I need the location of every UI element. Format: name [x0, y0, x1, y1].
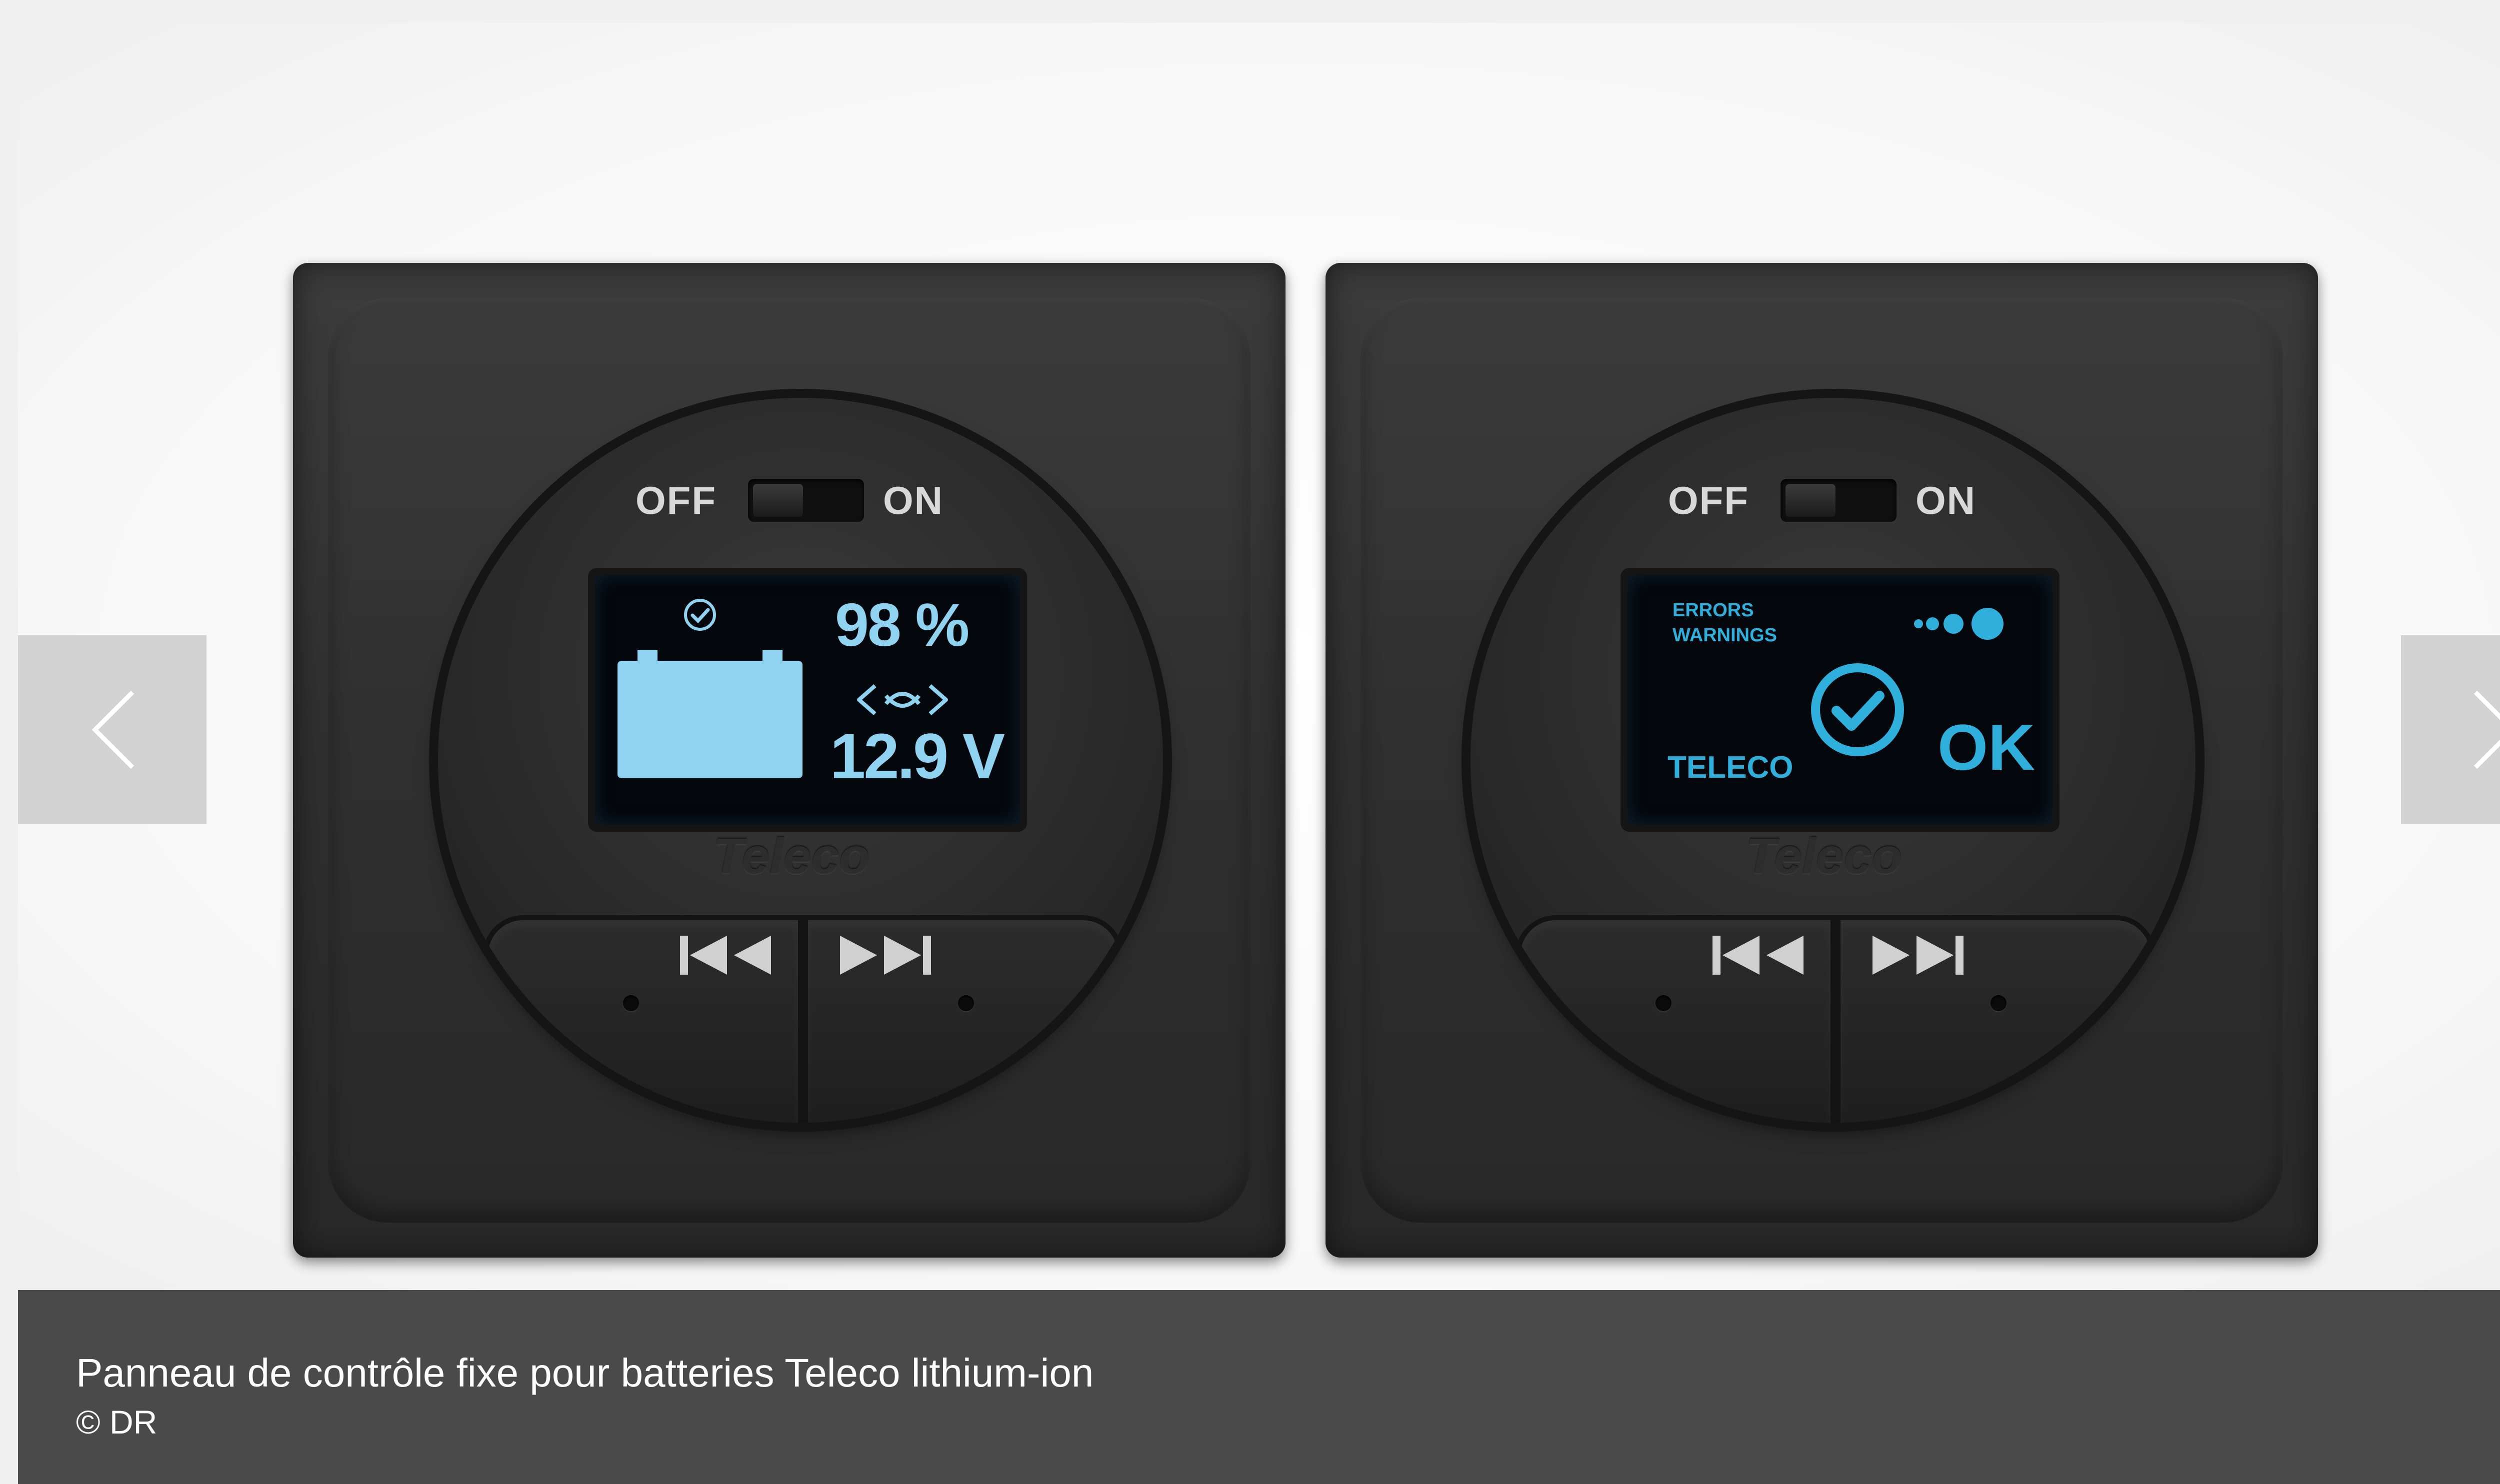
button-led — [958, 995, 974, 1011]
skip-next-icon — [840, 936, 931, 975]
previous-button[interactable] — [1516, 915, 1836, 1123]
button-led — [1656, 995, 1672, 1011]
battery-icon — [618, 650, 802, 778]
caption-credit: © DR — [76, 1404, 158, 1441]
button-led — [623, 995, 639, 1011]
errors-label: ERRORS — [1672, 600, 1754, 621]
skip-next-icon — [1872, 936, 1964, 975]
battery-percent: 98 % — [835, 591, 970, 659]
chevron-right-icon — [2474, 690, 2500, 769]
chevron-left-icon — [92, 690, 134, 769]
control-panel-status: OFF ON ERRORS WARNINGS TELECO OK Teleco — [1326, 263, 2318, 1258]
photo-gallery: OFF ON 98 % 12.9 V Teleco OFF ON ERRORS … — [18, 23, 2500, 1484]
toggle-knob — [1786, 484, 1836, 517]
power-toggle[interactable] — [748, 479, 864, 522]
switch-off-label: OFF — [636, 478, 716, 522]
battery-voltage: 12.9 V — [830, 721, 1005, 792]
check-circle-icon — [684, 599, 716, 631]
status-screen: ERRORS WARNINGS TELECO OK — [1620, 568, 2060, 832]
button-led — [1990, 995, 2006, 1011]
gallery-photo: OFF ON 98 % 12.9 V Teleco OFF ON ERRORS … — [18, 23, 2500, 1290]
brand-logo: Teleco — [713, 828, 870, 884]
power-toggle[interactable] — [1780, 479, 1896, 522]
flow-arrows-icon — [857, 684, 948, 716]
control-panel-battery: OFF ON 98 % 12.9 V Teleco — [293, 263, 1286, 1258]
caption-title: Panneau de contrôle fixe pour batteries … — [76, 1351, 1094, 1395]
photo-caption: Panneau de contrôle fixe pour batteries … — [18, 1290, 2500, 1484]
toggle-knob — [753, 484, 803, 517]
dots-icon — [1914, 608, 2004, 640]
gallery-prev-button[interactable] — [18, 635, 206, 824]
gallery-next-button[interactable] — [2401, 635, 2500, 824]
previous-button[interactable] — [483, 915, 803, 1123]
skip-previous-icon — [680, 936, 771, 975]
next-button[interactable] — [1836, 915, 2156, 1123]
control-dial: OFF ON 98 % 12.9 V Teleco — [438, 398, 1163, 1123]
switch-off-label: OFF — [1668, 478, 1749, 522]
switch-on-label: ON — [883, 478, 944, 522]
teleco-label: TELECO — [1668, 750, 1794, 785]
skip-previous-icon — [1712, 936, 1804, 975]
status-ok: OK — [1938, 711, 2035, 784]
battery-screen: 98 % 12.9 V — [588, 568, 1027, 832]
check-circle-icon — [1811, 663, 1904, 756]
next-button[interactable] — [803, 915, 1123, 1123]
control-dial: OFF ON ERRORS WARNINGS TELECO OK Teleco — [1470, 398, 2196, 1123]
switch-on-label: ON — [1916, 478, 1976, 522]
brand-logo: Teleco — [1746, 828, 1902, 884]
warnings-label: WARNINGS — [1672, 625, 1777, 646]
